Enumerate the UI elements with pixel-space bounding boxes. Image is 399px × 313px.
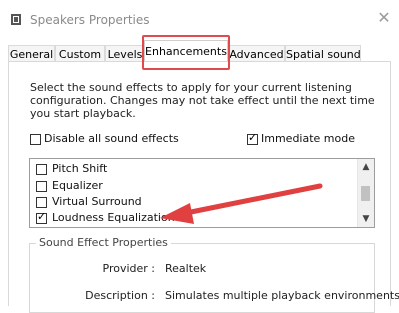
provider-label: Provider : <box>102 262 156 275</box>
pitch-shift-label[interactable]: Pitch Shift <box>52 162 107 175</box>
list-item[interactable]: Loudness Equalization <box>30 210 350 227</box>
list-item[interactable]: Pitch Shift <box>30 162 350 179</box>
description-value: Simulates multiple playback environments… <box>165 289 399 302</box>
tab-levels[interactable]: Levels <box>105 45 145 62</box>
disable-all-label[interactable]: Disable all sound effects <box>44 132 179 145</box>
group-title: Sound Effect Properties <box>36 236 171 249</box>
tab-custom[interactable]: Custom <box>55 45 105 62</box>
loudness-equalization-checkbox[interactable] <box>36 210 47 224</box>
list-item[interactable]: Equalizer <box>30 179 350 196</box>
pitch-shift-checkbox[interactable] <box>36 164 47 175</box>
immediate-mode-checkbox[interactable] <box>247 131 258 145</box>
immediate-mode-label[interactable]: Immediate mode <box>261 132 355 145</box>
tab-spatial-sound[interactable]: Spatial sound <box>285 45 361 62</box>
window-title: Speakers Properties <box>30 13 150 27</box>
list-item[interactable]: Virtual Surround <box>30 195 350 212</box>
effects-list[interactable]: Pitch Shift Equalizer Virtual Surround L… <box>29 158 375 228</box>
highlight-box <box>142 35 230 70</box>
title-bar: Speakers Properties ✕ <box>0 0 399 38</box>
disable-all-checkbox[interactable] <box>30 134 41 145</box>
virtual-surround-checkbox[interactable] <box>36 197 47 208</box>
provider-value: Realtek <box>165 262 207 275</box>
tab-general[interactable]: General <box>8 45 55 62</box>
speaker-icon <box>11 14 21 25</box>
virtual-surround-label[interactable]: Virtual Surround <box>52 195 142 208</box>
enhancements-description: Select the sound effects to apply for yo… <box>30 81 375 120</box>
close-icon[interactable]: ✕ <box>374 8 394 28</box>
tab-advanced[interactable]: Advanced <box>228 45 285 62</box>
loudness-equalization-label[interactable]: Loudness Equalization <box>52 211 175 224</box>
equalizer-label[interactable]: Equalizer <box>52 179 103 192</box>
description-label: Description : <box>85 289 155 302</box>
sound-effect-properties-group <box>29 243 375 313</box>
scroll-thumb[interactable] <box>361 186 370 201</box>
chevron-down-icon[interactable]: ▼ <box>358 211 374 227</box>
chevron-up-icon[interactable]: ▲ <box>358 159 374 175</box>
equalizer-checkbox[interactable] <box>36 181 47 192</box>
list-scrollbar[interactable]: ▲ ▼ <box>357 159 374 227</box>
